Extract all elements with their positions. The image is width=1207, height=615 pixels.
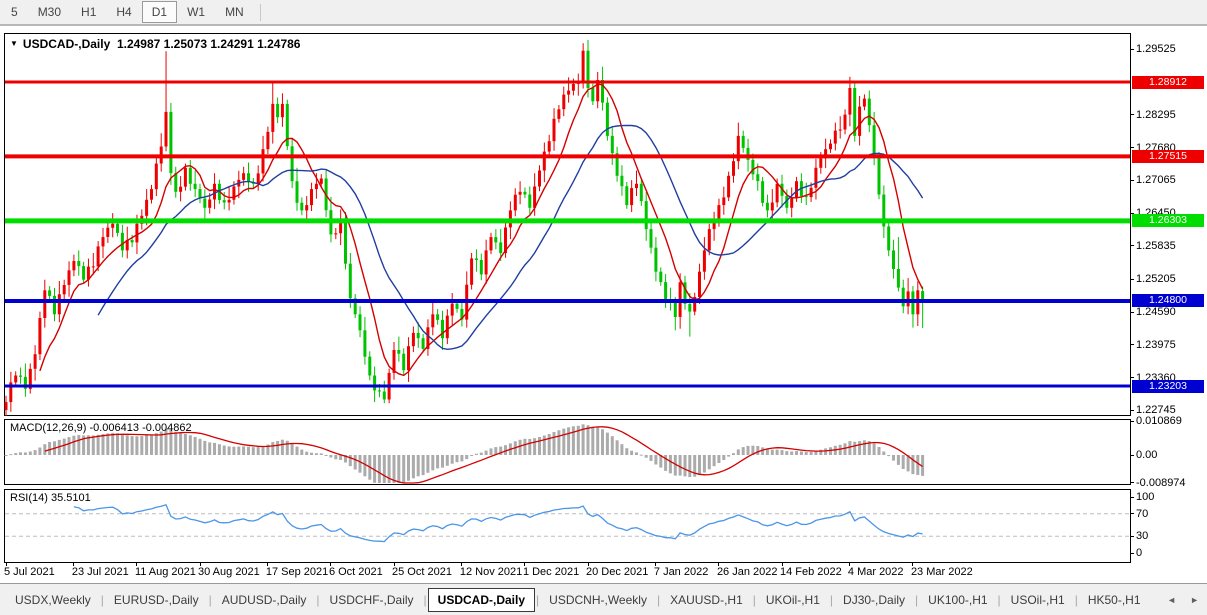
date-axis-label: 17 Sep 2021: [266, 566, 328, 578]
axis-tick-mark: [1130, 344, 1134, 345]
symbol-tab-list: USDX,Weekly|EURUSD-,Daily|AUDUSD-,Daily|…: [6, 588, 1150, 612]
axis-tick-mark: [1130, 279, 1134, 280]
chart-title: ▼ USDCAD-,Daily 1.24987 1.25073 1.24291 1…: [10, 37, 300, 51]
price-axis-tick: 1.29525: [1136, 43, 1176, 55]
rsi-axis-tick: 0: [1136, 547, 1142, 559]
tab-eurusd-daily[interactable]: EURUSD-,Daily: [105, 589, 208, 611]
date-axis-label: 11 Aug 2021: [135, 566, 196, 578]
chart-canvas[interactable]: [0, 0, 1207, 615]
rsi-axis-tick: 100: [1136, 491, 1154, 503]
tab-audusd-daily[interactable]: AUDUSD-,Daily: [213, 589, 316, 611]
date-axis-label: 23 Jul 2021: [72, 566, 129, 578]
tab-usdchf-daily[interactable]: USDCHF-,Daily: [321, 589, 423, 611]
price-axis-tick: 1.27065: [1136, 174, 1176, 186]
price-level-tag: 1.23203: [1132, 380, 1204, 393]
date-axis-label: 25 Oct 2021: [392, 566, 452, 578]
rsi-axis-tick: 30: [1136, 530, 1148, 542]
tab-usoil-h1[interactable]: USOil-,H1: [1002, 589, 1074, 611]
date-axis-label: 5 Jul 2021: [4, 566, 55, 578]
tab-xauusd-h1[interactable]: XAUUSD-,H1: [661, 589, 752, 611]
axis-tick-mark: [1130, 180, 1134, 181]
date-axis-label: 14 Feb 2022: [780, 566, 842, 578]
tab-scroll-arrows: ◄ ►: [1167, 595, 1199, 605]
tab-dj30-daily[interactable]: DJ30-,Daily: [834, 589, 914, 611]
axis-tick-mark: [1130, 497, 1134, 498]
rsi-axis-tick: 70: [1136, 508, 1148, 520]
axis-tick-mark: [1130, 49, 1134, 50]
axis-tick-mark: [1130, 377, 1134, 378]
scroll-left-icon[interactable]: ◄: [1167, 595, 1176, 605]
price-axis-tick: 1.25835: [1136, 240, 1176, 252]
macd-label: MACD(12,26,9) -0.006413 -0.004862: [10, 422, 192, 434]
price-level-tag: 1.24800: [1132, 294, 1204, 307]
rsi-label: RSI(14) 35.5101: [10, 492, 91, 504]
chevron-down-icon: ▼: [10, 39, 18, 48]
macd-axis-tick: 0.010869: [1136, 415, 1182, 427]
axis-tick-mark: [1130, 312, 1134, 313]
chart-ohlc-values: 1.24987 1.25073 1.24291 1.24786: [117, 37, 301, 51]
tab-ukoil-h1[interactable]: UKOil-,H1: [757, 589, 829, 611]
tab-usdcad-daily[interactable]: USDCAD-,Daily: [428, 588, 535, 612]
date-axis-label: 20 Dec 2021: [586, 566, 648, 578]
date-axis-label: 12 Nov 2021: [460, 566, 522, 578]
date-axis-label: 4 Mar 2022: [848, 566, 904, 578]
date-axis-label: 30 Aug 2021: [198, 566, 260, 578]
tab-hk50-h1[interactable]: HK50-,H1: [1079, 589, 1150, 611]
price-axis-tick: 1.25205: [1136, 273, 1176, 285]
macd-axis-tick: -0.008974: [1136, 477, 1186, 489]
price-level-tag: 1.27515: [1132, 150, 1204, 163]
axis-tick-mark: [1130, 513, 1134, 514]
date-axis-label: 23 Mar 2022: [911, 566, 973, 578]
scroll-right-icon[interactable]: ►: [1190, 595, 1199, 605]
chart-symbol-label: USDCAD-,Daily: [23, 37, 110, 51]
price-level-tag: 1.26303: [1132, 214, 1204, 227]
axis-tick-mark: [1130, 482, 1134, 483]
axis-tick-mark: [1130, 114, 1134, 115]
date-axis-label: 6 Oct 2021: [329, 566, 383, 578]
date-axis-label: 1 Dec 2021: [523, 566, 579, 578]
tab-usdx-weekly[interactable]: USDX,Weekly: [6, 589, 100, 611]
price-axis-tick: 1.28295: [1136, 109, 1176, 121]
axis-tick-mark: [1130, 410, 1134, 411]
date-axis-label: 26 Jan 2022: [717, 566, 778, 578]
date-axis-label: 7 Jan 2022: [654, 566, 708, 578]
axis-tick-mark: [1130, 421, 1134, 422]
axis-tick-mark: [1130, 455, 1134, 456]
axis-tick-mark: [1130, 147, 1134, 148]
price-axis-tick: 1.23975: [1136, 339, 1176, 351]
tab-usdcnh-weekly[interactable]: USDCNH-,Weekly: [540, 589, 656, 611]
axis-tick-mark: [1130, 553, 1134, 554]
axis-tick-mark: [1130, 245, 1134, 246]
price-axis-tick: 1.24590: [1136, 306, 1176, 318]
axis-tick-mark: [1130, 536, 1134, 537]
tab-uk100-h1[interactable]: UK100-,H1: [919, 589, 996, 611]
symbol-tab-bar: USDX,Weekly|EURUSD-,Daily|AUDUSD-,Daily|…: [0, 583, 1207, 615]
price-level-tag: 1.28912: [1132, 76, 1204, 89]
macd-axis-tick: 0.00: [1136, 449, 1157, 461]
